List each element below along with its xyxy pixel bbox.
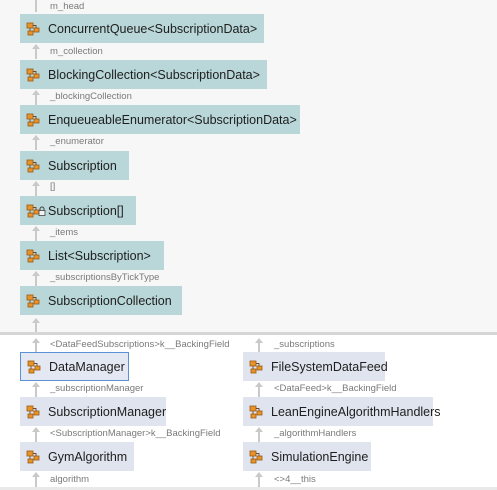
type-node-label: ConcurrentQueue<SubscriptionData> bbox=[48, 21, 258, 36]
type-node[interactable]: FileSystemDataFeed bbox=[243, 352, 388, 381]
type-node-label: FileSystemDataFeed bbox=[271, 359, 388, 374]
type-node[interactable]: EnqueueableEnumerator<SubscriptionData> bbox=[20, 105, 300, 134]
reference-arrow bbox=[254, 472, 264, 487]
reference-arrow bbox=[31, 427, 41, 442]
reference-arrow bbox=[254, 427, 264, 442]
type-node-label: SimulationEngine bbox=[271, 449, 369, 464]
type-node-label: Subscription bbox=[48, 158, 117, 173]
reference-arrow bbox=[31, 181, 41, 196]
edge-label: _subscriptionManager bbox=[50, 383, 144, 394]
edge-label: _subscriptions bbox=[274, 339, 335, 350]
type-node-label: SubscriptionCollection bbox=[48, 293, 172, 308]
edge-label: <DataFeed>k__BackingField bbox=[274, 383, 397, 394]
edge-label: _blockingCollection bbox=[50, 91, 132, 102]
type-node-selected[interactable]: DataManager bbox=[20, 352, 129, 381]
reference-arrow bbox=[31, 271, 41, 286]
type-node-label: List<Subscription> bbox=[48, 248, 151, 263]
reference-arrow bbox=[31, 338, 41, 352]
type-node[interactable]: Subscription[] bbox=[20, 196, 136, 225]
reference-arrow bbox=[31, 44, 41, 59]
reference-arrow bbox=[254, 382, 264, 397]
edge-label: _algorithmHandlers bbox=[274, 428, 357, 439]
edge-label: [] bbox=[50, 181, 56, 192]
type-node-label: BlockingCollection<SubscriptionData> bbox=[48, 67, 260, 82]
class-icon bbox=[26, 449, 42, 465]
edge-label: <DataFeedSubscriptions>k__BackingField bbox=[50, 339, 230, 350]
type-node[interactable]: SubscriptionManager bbox=[20, 397, 166, 426]
class-icon bbox=[26, 248, 42, 264]
reference-arrow bbox=[254, 338, 264, 352]
reference-arrow bbox=[31, 0, 41, 12]
type-node[interactable]: BlockingCollection<SubscriptionData> bbox=[20, 60, 267, 89]
type-node[interactable]: SimulationEngine bbox=[243, 442, 371, 471]
type-node[interactable]: ConcurrentQueue<SubscriptionData> bbox=[20, 14, 264, 43]
type-node-label: DataManager bbox=[49, 359, 125, 374]
class-icon bbox=[27, 359, 43, 375]
edge-label: _enumerator bbox=[50, 136, 104, 147]
edge-label: <SubscriptionManager>k__BackingField bbox=[50, 428, 221, 439]
type-node-label: SubscriptionManager bbox=[48, 404, 167, 419]
class-icon bbox=[249, 449, 265, 465]
type-node[interactable]: Subscription bbox=[20, 151, 129, 180]
class-icon bbox=[26, 404, 42, 420]
lock-icon bbox=[38, 206, 46, 216]
reference-arrow bbox=[31, 318, 41, 332]
reference-arrow bbox=[31, 90, 41, 105]
class-icon bbox=[26, 21, 42, 37]
edge-label: _subscriptionsByTickType bbox=[50, 272, 160, 283]
edge-label: m_collection bbox=[50, 46, 103, 57]
type-node-label: Subscription[] bbox=[48, 203, 124, 218]
class-icon bbox=[26, 158, 42, 174]
class-icon bbox=[26, 67, 42, 83]
edge-label: <>4__this bbox=[274, 474, 316, 485]
type-node[interactable]: LeanEngineAlgorithmHandlers bbox=[243, 397, 441, 426]
class-icon bbox=[26, 112, 42, 128]
reference-arrow bbox=[31, 135, 41, 150]
edge-label: m_head bbox=[50, 1, 85, 12]
type-node[interactable]: GymAlgorithm bbox=[20, 442, 134, 471]
class-icon bbox=[249, 359, 265, 375]
type-node[interactable]: SubscriptionCollection bbox=[20, 286, 182, 315]
type-node-label: GymAlgorithm bbox=[48, 449, 128, 464]
type-node[interactable]: List<Subscription> bbox=[20, 241, 164, 270]
class-icon bbox=[26, 293, 42, 309]
type-node-label: EnqueueableEnumerator<SubscriptionData> bbox=[48, 112, 297, 127]
reference-arrow bbox=[31, 382, 41, 397]
reference-arrow bbox=[31, 472, 41, 487]
class-icon bbox=[249, 404, 265, 420]
edge-label: _items bbox=[50, 227, 78, 238]
type-node-label: LeanEngineAlgorithmHandlers bbox=[271, 404, 441, 419]
edge-label: algorithm bbox=[50, 474, 90, 485]
reference-arrow bbox=[31, 226, 41, 241]
